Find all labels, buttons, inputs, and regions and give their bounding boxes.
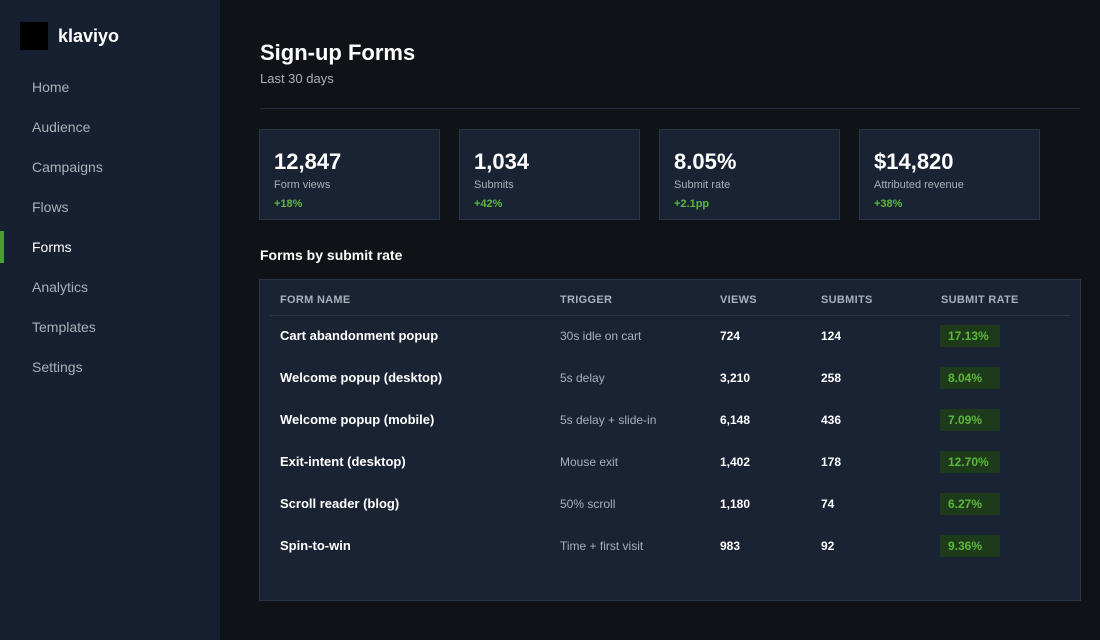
stat-delta: +38% bbox=[874, 198, 903, 210]
submit-rate-badge: 17.13% bbox=[940, 325, 1000, 347]
table-row[interactable]: Welcome popup (mobile) 5s delay + slide-… bbox=[260, 399, 1080, 441]
submit-rate-badge: 8.04% bbox=[940, 367, 1000, 389]
brand[interactable]: klaviyo bbox=[20, 22, 119, 50]
stat-value: 12,847 bbox=[274, 149, 342, 174]
form-name[interactable]: Exit-intent (desktop) bbox=[280, 441, 406, 483]
form-name[interactable]: Welcome popup (mobile) bbox=[280, 399, 434, 441]
stat-value: 8.05% bbox=[674, 149, 737, 174]
sidebar-item-settings[interactable]: Settings bbox=[0, 347, 220, 387]
form-submits: 436 bbox=[821, 413, 842, 427]
submit-rate-badge: 6.27% bbox=[940, 493, 1000, 515]
stat-label: Attributed revenue bbox=[874, 179, 964, 191]
form-trigger: 30s idle on cart bbox=[560, 329, 642, 343]
table-row[interactable]: Scroll reader (blog) 50% scroll 1,180 74… bbox=[260, 483, 1080, 525]
sidebar-item-templates[interactable]: Templates bbox=[0, 307, 220, 347]
sidebar-nav: Home Audience Campaigns Flows Forms Anal… bbox=[0, 67, 220, 387]
table-row[interactable]: Welcome popup (desktop) 5s delay 3,210 2… bbox=[260, 357, 1080, 399]
sidebar-item-campaigns[interactable]: Campaigns bbox=[0, 147, 220, 187]
sidebar-item-forms[interactable]: Forms bbox=[0, 227, 220, 267]
form-trigger: 5s delay bbox=[560, 371, 605, 385]
stat-card-submits: 1,034 Submits +42% bbox=[459, 129, 640, 220]
form-trigger: Time + first visit bbox=[560, 539, 644, 553]
form-submits: 74 bbox=[821, 497, 835, 511]
form-views: 983 bbox=[720, 539, 741, 553]
submit-rate-badge: 12.70% bbox=[940, 451, 1000, 473]
page-title: Sign-up Forms bbox=[260, 40, 416, 65]
column-header-views[interactable]: VIEWS bbox=[720, 294, 757, 306]
form-submits: 178 bbox=[821, 455, 842, 469]
form-name[interactable]: Cart abandonment popup bbox=[280, 315, 438, 357]
stat-label: Form views bbox=[274, 179, 331, 191]
table-row[interactable]: Spin-to-win Time + first visit 983 92 9.… bbox=[260, 525, 1080, 567]
submit-rate-badge: 9.36% bbox=[940, 535, 1000, 557]
date-range-label: Last 30 days bbox=[260, 71, 334, 86]
column-header-submit-rate[interactable]: SUBMIT RATE bbox=[941, 294, 1019, 306]
sidebar-item-analytics[interactable]: Analytics bbox=[0, 267, 220, 307]
stat-delta: +2.1pp bbox=[674, 198, 710, 210]
stat-card-submit-rate: 8.05% Submit rate +2.1pp bbox=[659, 129, 840, 220]
form-submits: 258 bbox=[821, 371, 842, 385]
stat-label: Submits bbox=[474, 179, 514, 191]
stat-card-form-views: 12,847 Form views +18% bbox=[259, 129, 440, 220]
stat-value: 1,034 bbox=[474, 149, 530, 174]
brand-name: klaviyo bbox=[58, 25, 120, 46]
form-views: 1,180 bbox=[720, 497, 751, 511]
form-views: 3,210 bbox=[720, 371, 751, 385]
column-header-trigger[interactable]: TRIGGER bbox=[560, 294, 612, 306]
table-row[interactable]: Exit-intent (desktop) Mouse exit 1,402 1… bbox=[260, 441, 1080, 483]
stat-card-attributed-revenue: $14,820 Attributed revenue +38% bbox=[859, 129, 1040, 220]
form-views: 724 bbox=[720, 329, 741, 343]
sidebar: klaviyo Home Audience Campaigns Flows Fo… bbox=[0, 0, 220, 640]
column-header-form-name[interactable]: FORM NAME bbox=[280, 294, 351, 306]
stat-label: Submit rate bbox=[674, 179, 731, 191]
column-header-submits[interactable]: SUBMITS bbox=[821, 294, 873, 306]
submit-rate-badge: 7.09% bbox=[940, 409, 1000, 431]
forms-table: FORM NAME TRIGGER VIEWS SUBMITS SUBMIT R… bbox=[259, 279, 1081, 601]
sidebar-item-audience[interactable]: Audience bbox=[0, 107, 220, 147]
main-content: Sign-up Forms Last 30 days 12,847 Form v… bbox=[220, 0, 1100, 640]
table-row[interactable]: Cart abandonment popup 30s idle on cart … bbox=[260, 315, 1080, 357]
form-name[interactable]: Welcome popup (desktop) bbox=[280, 357, 442, 399]
form-trigger: 5s delay + slide-in bbox=[560, 413, 657, 427]
form-name[interactable]: Spin-to-win bbox=[280, 525, 351, 567]
stat-value: $14,820 bbox=[874, 149, 954, 174]
form-name[interactable]: Scroll reader (blog) bbox=[280, 483, 399, 525]
stat-delta: +18% bbox=[274, 198, 303, 210]
klaviyo-logo-icon bbox=[20, 22, 48, 50]
form-submits: 92 bbox=[821, 539, 835, 553]
form-trigger: Mouse exit bbox=[560, 455, 619, 469]
stat-delta: +42% bbox=[474, 198, 503, 210]
section-title: Forms by submit rate bbox=[260, 247, 403, 263]
form-submits: 124 bbox=[821, 329, 842, 343]
header-divider bbox=[260, 108, 1080, 109]
form-views: 6,148 bbox=[720, 413, 751, 427]
sidebar-item-home[interactable]: Home bbox=[0, 67, 220, 107]
form-trigger: 50% scroll bbox=[560, 497, 616, 511]
sidebar-item-flows[interactable]: Flows bbox=[0, 187, 220, 227]
form-views: 1,402 bbox=[720, 455, 751, 469]
